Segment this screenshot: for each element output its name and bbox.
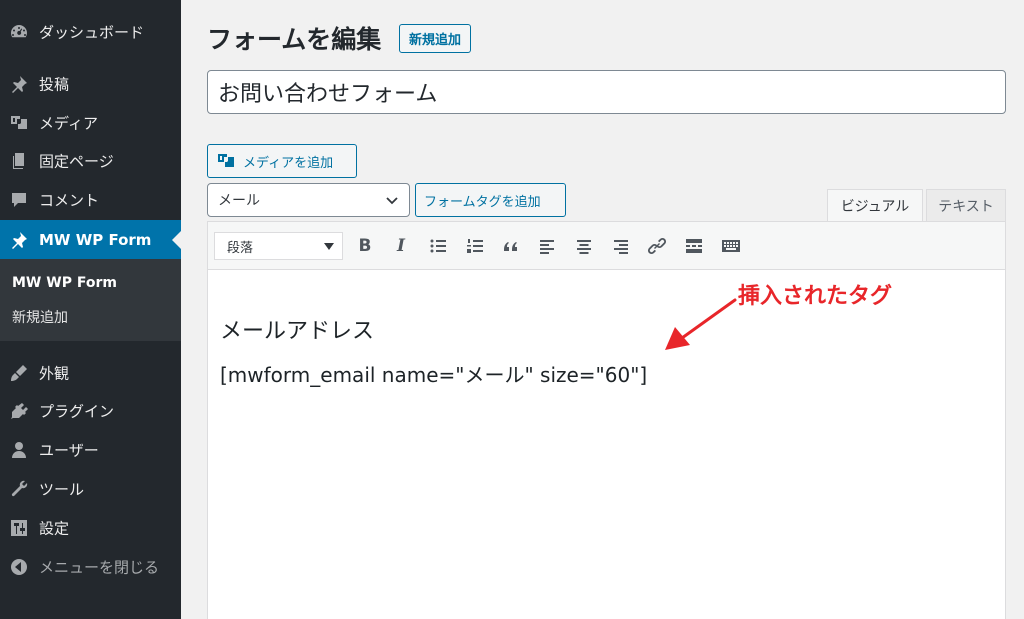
sidebar-item-label: 設定 <box>39 519 70 537</box>
read-more-icon <box>686 239 702 253</box>
collapse-arrow-icon <box>9 557 29 577</box>
sidebar-item-label: メニューを閉じる <box>39 558 160 576</box>
dropdown-arrow-icon <box>324 243 334 250</box>
align-left-button[interactable] <box>535 234 559 258</box>
pages-icon <box>9 151 29 171</box>
align-left-icon <box>540 240 554 254</box>
sidebar-item-settings[interactable]: 設定 <box>0 508 181 547</box>
link-icon <box>647 237 667 255</box>
page-title: フォームを編集 <box>207 25 382 54</box>
bullet-list-button[interactable] <box>426 234 450 258</box>
admin-sidebar: ダッシュボード 投稿 メディア 固定ページ コメント MW WP Form MW… <box>0 0 181 619</box>
comment-icon <box>9 190 29 210</box>
sidebar-item-label: ツール <box>39 480 85 498</box>
user-icon <box>9 440 29 460</box>
annotation-label: 挿入されたタグ <box>738 284 893 309</box>
sidebar-item-label: ダッシュボード <box>39 23 145 41</box>
form-title-input[interactable] <box>207 70 1006 114</box>
align-center-button[interactable] <box>572 234 596 258</box>
link-button[interactable] <box>645 234 669 258</box>
align-right-button[interactable] <box>609 234 633 258</box>
sidebar-item-media[interactable]: メディア <box>0 103 181 142</box>
format-select-value: 段落 <box>227 240 254 256</box>
sidebar-item-posts[interactable]: 投稿 <box>0 64 181 103</box>
editor-toolbar: 段落 B I <box>208 222 1005 270</box>
sidebar-item-label: メディア <box>39 114 98 132</box>
toolbar-toggle-button[interactable] <box>719 234 743 258</box>
wrench-icon <box>9 479 29 499</box>
sidebar-item-tools[interactable]: ツール <box>0 469 181 508</box>
align-center-icon <box>577 240 591 254</box>
sidebar-item-label: ユーザー <box>39 441 99 459</box>
sidebar-submenu: MW WP Form 新規追加 <box>0 259 181 341</box>
chevron-down-icon <box>386 197 398 205</box>
italic-icon: I <box>397 235 405 256</box>
sidebar-item-plugins[interactable]: プラグイン <box>0 391 181 430</box>
settings-icon <box>9 518 29 538</box>
add-form-tag-button[interactable]: フォームタグを追加 <box>415 183 566 217</box>
align-right-icon <box>614 240 628 254</box>
pin-icon <box>9 74 29 94</box>
bold-button[interactable]: B <box>353 234 377 258</box>
submenu-item-mw-wp-form[interactable]: MW WP Form <box>12 275 117 291</box>
numbered-list-icon <box>467 239 483 253</box>
sidebar-item-label: MW WP Form <box>39 230 152 249</box>
tab-text[interactable]: テキスト <box>926 189 1006 221</box>
sidebar-item-label: 投稿 <box>39 75 70 93</box>
read-more-button[interactable] <box>682 234 706 258</box>
sidebar-item-comments[interactable]: コメント <box>0 180 181 219</box>
sidebar-item-dashboard[interactable]: ダッシュボード <box>0 12 181 51</box>
italic-button[interactable]: I <box>389 234 413 258</box>
field-type-value: メール <box>218 193 260 209</box>
sidebar-item-users[interactable]: ユーザー <box>0 430 181 469</box>
appearance-icon <box>9 363 29 383</box>
add-media-button[interactable]: メディアを追加 <box>207 144 357 178</box>
blockquote-icon <box>504 242 517 251</box>
sidebar-item-label: コメント <box>39 191 100 209</box>
media-icon <box>218 154 234 167</box>
sidebar-item-label: 外観 <box>39 364 70 382</box>
pin-icon <box>9 230 29 250</box>
sidebar-item-appearance[interactable]: 外観 <box>0 353 181 392</box>
format-select[interactable]: 段落 <box>214 232 343 260</box>
submenu-item-add-new[interactable]: 新規追加 <box>12 307 68 327</box>
content-heading: メールアドレス <box>220 319 375 344</box>
blockquote-button[interactable] <box>499 234 523 258</box>
sidebar-item-pages[interactable]: 固定ページ <box>0 141 181 180</box>
add-new-button[interactable]: 新規追加 <box>399 24 472 53</box>
field-type-select[interactable]: メール <box>207 183 410 217</box>
sidebar-item-mw-wp-form[interactable]: MW WP Form <box>0 220 181 259</box>
collapse-menu-button[interactable]: メニューを閉じる <box>0 547 181 586</box>
dashboard-icon <box>9 22 29 42</box>
add-media-label: メディアを追加 <box>243 155 334 171</box>
sidebar-item-label: 固定ページ <box>39 152 114 170</box>
editor-content[interactable]: メールアドレス [mwform_email name="メール" size="6… <box>208 271 1005 619</box>
tab-visual[interactable]: ビジュアル <box>827 189 923 221</box>
bullet-list-icon <box>430 239 446 253</box>
bold-icon: B <box>358 235 372 256</box>
toolbar-toggle-icon <box>722 240 740 252</box>
sidebar-item-label: プラグイン <box>39 402 115 420</box>
media-icon <box>9 113 29 133</box>
content-shortcode: [mwform_email name="メール" size="60"] <box>220 363 648 387</box>
plugin-icon <box>9 401 29 421</box>
numbered-list-button[interactable] <box>463 234 487 258</box>
